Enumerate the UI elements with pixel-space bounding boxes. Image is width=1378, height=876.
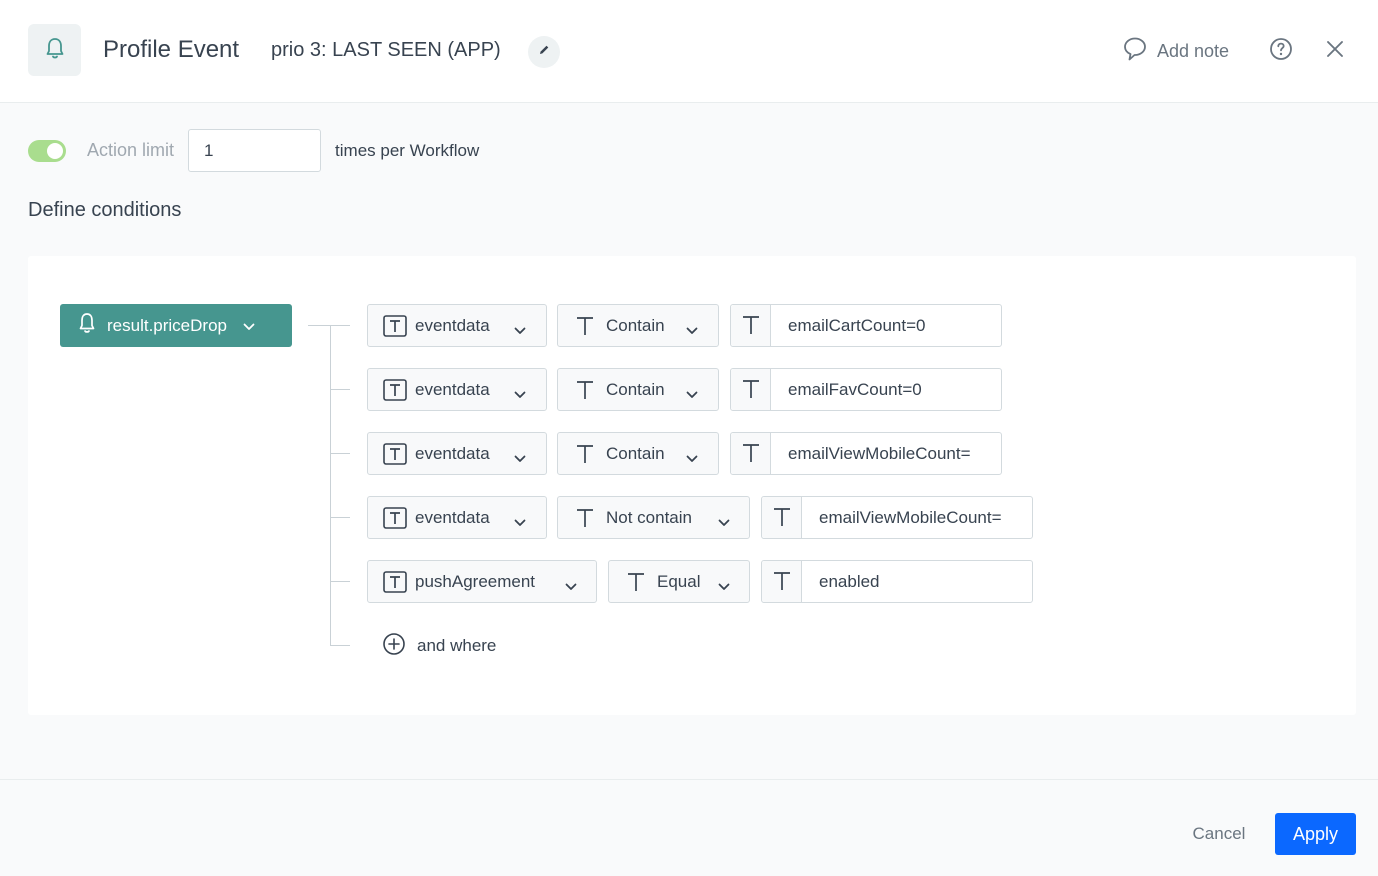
parameter-label: pushAgreement (415, 572, 536, 591)
chevron-down-icon (718, 512, 730, 532)
tree-connector (308, 325, 350, 326)
text-type-icon (383, 571, 407, 598)
plus-circle-icon (382, 632, 406, 661)
close-icon (1325, 39, 1345, 64)
value-text: emailViewMobileCount= (819, 508, 1002, 527)
value-input[interactable]: emailCartCount=0 (730, 304, 1002, 347)
operator-label: Contain (606, 380, 665, 399)
value-input[interactable]: emailFavCount=0 (730, 368, 1002, 411)
chevron-down-icon (686, 448, 698, 468)
chevron-down-icon (718, 576, 730, 596)
question-circle-icon (1269, 37, 1293, 66)
tree-connector (330, 325, 331, 646)
action-limit-label: Action limit (87, 140, 175, 160)
add-note-label: Add note (1157, 40, 1230, 61)
parameter-label: eventdata (415, 380, 490, 399)
value-text: emailFavCount=0 (788, 380, 922, 399)
value-text: enabled (819, 572, 880, 591)
operator-label: Contain (606, 444, 665, 463)
event-icon-box (28, 24, 81, 76)
chevron-down-icon (514, 448, 526, 468)
text-type-icon (626, 572, 646, 597)
speech-bubble-icon (1123, 36, 1147, 67)
close-button[interactable] (1322, 38, 1348, 64)
cancel-button[interactable]: Cancel (1174, 813, 1264, 855)
operator-dropdown[interactable]: Equal (608, 560, 750, 603)
value-input[interactable]: enabled (761, 560, 1033, 603)
text-type-icon (772, 571, 792, 596)
modal-title: Profile Event (103, 36, 240, 63)
text-type-icon (383, 443, 407, 470)
tree-connector (330, 453, 350, 454)
chevron-down-icon (565, 576, 577, 596)
edit-name-button[interactable] (528, 36, 560, 68)
help-button[interactable] (1268, 37, 1294, 66)
text-type-icon (575, 444, 595, 469)
operator-label: Equal (657, 572, 701, 591)
operator-dropdown[interactable]: Not contain (557, 496, 750, 539)
action-limit-row: Action limit times per Workflow (28, 129, 479, 172)
parameter-label: eventdata (415, 508, 490, 527)
operator-label: Contain (606, 316, 665, 335)
operator-dropdown[interactable]: Contain (557, 432, 719, 475)
operator-label: Not contain (606, 508, 692, 527)
chevron-down-icon (243, 316, 255, 336)
parameter-dropdown[interactable]: eventdata (367, 368, 547, 411)
action-limit-toggle[interactable] (28, 139, 66, 162)
chevron-down-icon (686, 320, 698, 340)
add-note-button[interactable]: Add note (1123, 36, 1229, 66)
chevron-down-icon (686, 384, 698, 404)
apply-button[interactable]: Apply (1275, 813, 1356, 855)
add-condition-button[interactable]: and where (382, 632, 497, 661)
chevron-down-icon (514, 512, 526, 532)
parameter-dropdown[interactable]: eventdata (367, 304, 547, 347)
operator-dropdown[interactable]: Contain (557, 304, 719, 347)
workflow-node-name: prio 3: LAST SEEN (APP) (271, 39, 501, 61)
event-selector[interactable]: result.priceDrop (60, 304, 292, 347)
add-condition-label: and where (417, 636, 497, 655)
text-type-icon (575, 508, 595, 533)
parameter-dropdown[interactable]: pushAgreement (367, 560, 597, 603)
tree-connector (330, 389, 350, 390)
modal-header: Profile Event prio 3: LAST SEEN (APP) Ad… (0, 0, 1378, 103)
bell-icon (78, 312, 96, 339)
value-input[interactable]: emailViewMobileCount= (730, 432, 1002, 475)
tree-connector (330, 517, 350, 518)
text-type-icon (383, 315, 407, 342)
action-limit-suffix: times per Workflow (335, 140, 480, 160)
text-type-icon (383, 507, 407, 534)
conditions-panel: result.priceDrop eventdata Contain email… (28, 256, 1356, 715)
text-type-icon (741, 315, 761, 340)
value-text: emailViewMobileCount= (788, 444, 971, 463)
text-type-icon (575, 316, 595, 341)
parameter-dropdown[interactable]: eventdata (367, 432, 547, 475)
modal-footer: Cancel Apply (0, 779, 1378, 876)
text-type-icon (383, 379, 407, 406)
action-limit-input[interactable] (188, 129, 322, 172)
tree-connector (330, 645, 350, 646)
pencil-icon (537, 43, 551, 62)
parameter-dropdown[interactable]: eventdata (367, 496, 547, 539)
define-conditions-title: Define conditions (28, 199, 182, 221)
parameter-label: eventdata (415, 316, 490, 335)
chevron-down-icon (514, 320, 526, 340)
chevron-down-icon (514, 384, 526, 404)
text-type-icon (741, 443, 761, 468)
value-input[interactable]: emailViewMobileCount= (761, 496, 1033, 539)
parameter-label: eventdata (415, 444, 490, 463)
tree-connector (330, 581, 350, 582)
operator-dropdown[interactable]: Contain (557, 368, 719, 411)
bell-icon (44, 36, 66, 65)
value-text: emailCartCount=0 (788, 316, 926, 335)
text-type-icon (575, 380, 595, 405)
text-type-icon (741, 379, 761, 404)
event-name: result.priceDrop (107, 315, 227, 335)
text-type-icon (772, 507, 792, 532)
